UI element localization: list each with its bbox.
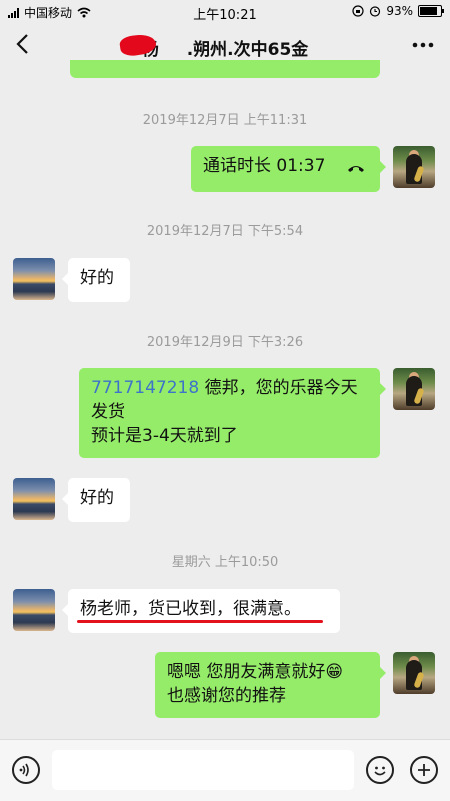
tracking-number-link[interactable]: 7717147218	[91, 378, 199, 398]
previous-message-bubble[interactable]	[70, 60, 380, 78]
shipping-message-bubble[interactable]: 7717147218 德邦，您的乐器今天 发货 预计是3-4天就到了	[79, 368, 386, 458]
message-line-3: 预计是3-4天就到了	[91, 426, 238, 446]
contact-avatar[interactable]	[13, 589, 55, 631]
grin-emoji-icon: 😁	[325, 662, 344, 682]
status-right: 93%	[352, 4, 444, 18]
more-icon[interactable]	[410, 34, 436, 56]
message-line: 7717147218 德邦，您的乐器今天	[91, 376, 368, 400]
status-bar: 中国移动 上午10:21 93%	[0, 0, 450, 23]
message-text: 好的	[80, 268, 114, 288]
plus-icon[interactable]	[410, 756, 438, 784]
contact-avatar[interactable]	[13, 258, 55, 300]
my-avatar[interactable]	[393, 368, 435, 410]
call-duration-bubble[interactable]: 通话时长 01:37	[191, 146, 386, 192]
battery-percent: 93%	[386, 4, 413, 18]
emoji-icon[interactable]	[366, 756, 394, 784]
message-bubble[interactable]: 嗯嗯 您朋友满意就好😁 也感谢您的推荐	[155, 652, 386, 718]
message-input[interactable]	[52, 750, 354, 790]
red-underline-annotation	[77, 620, 323, 623]
message-text: 好的	[80, 488, 114, 508]
message-line-2: 发货	[91, 402, 125, 422]
timestamp: 2019年12月7日 上午11:31	[142, 113, 308, 128]
message-line: 嗯嗯 您朋友满意就好😁	[167, 660, 368, 684]
message-bubble[interactable]: 杨老师，货已收到，很满意。	[62, 589, 340, 633]
timestamp: 2019年12月9日 下午3:26	[146, 335, 304, 350]
phone-icon	[348, 166, 364, 172]
call-duration-text: 通话时长 01:37	[203, 156, 326, 176]
message-bubble[interactable]: 好的	[62, 258, 130, 302]
timestamp: 2019年12月7日 下午5:54	[146, 224, 304, 239]
chat-title-rest: .朔州.次中65金	[186, 40, 309, 60]
chat-title: 杨.朔州.次中65金	[0, 35, 450, 60]
message-text: 杨老师，货已收到，很满意。	[80, 599, 301, 619]
message-line-1: 德邦，您的乐器今天	[199, 378, 358, 398]
message-bubble[interactable]: 好的	[62, 478, 130, 522]
battery-icon	[418, 5, 444, 17]
message-line-1: 嗯嗯 您朋友满意就好	[167, 662, 326, 682]
my-avatar[interactable]	[393, 652, 435, 694]
message-line-2: 也感谢您的推荐	[167, 686, 286, 706]
alarm-icon	[370, 6, 381, 17]
input-bar	[0, 739, 450, 801]
contact-avatar[interactable]	[13, 478, 55, 520]
timestamp: 星期六 上午10:50	[171, 555, 279, 570]
rotation-lock-icon	[352, 5, 364, 17]
my-avatar[interactable]	[393, 146, 435, 188]
voice-icon[interactable]	[12, 756, 40, 784]
